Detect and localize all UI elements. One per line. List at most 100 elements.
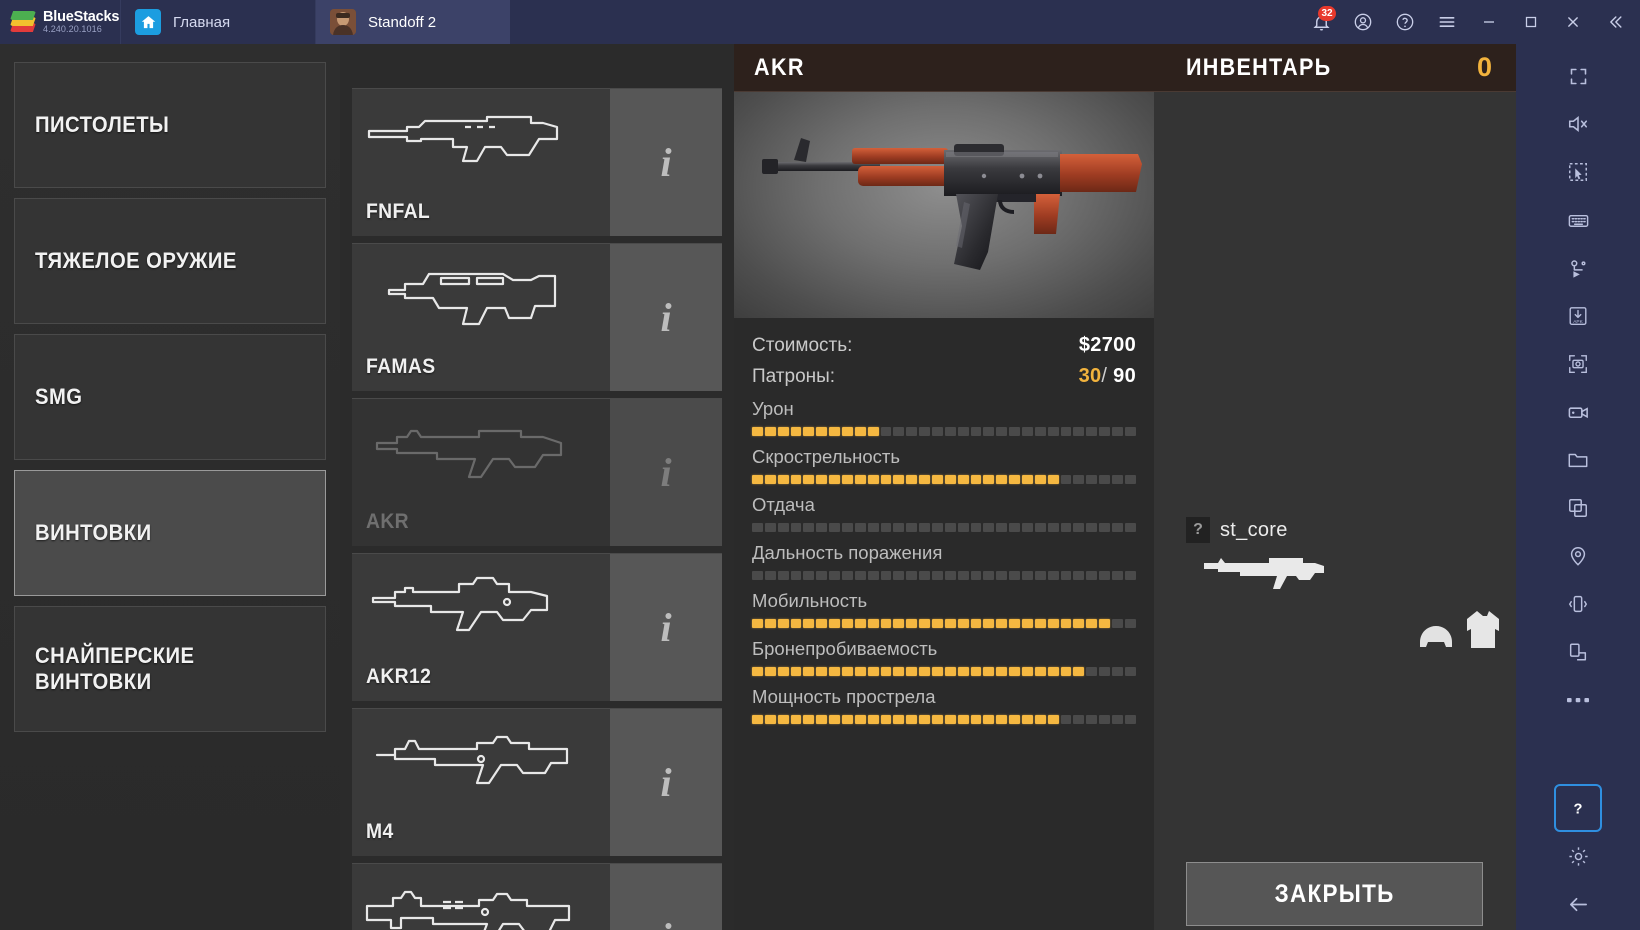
stat-segment <box>944 475 956 484</box>
stat-segment <box>867 667 879 676</box>
weapon-name: M4 <box>366 820 394 843</box>
weapon-category-list: ПИСТОЛЕТЫ ТЯЖЕЛОЕ ОРУЖИЕ SMG ВИНТОВКИ СН… <box>0 44 340 930</box>
stat-label: Урон <box>752 398 794 419</box>
multi-select-cursor-icon[interactable] <box>1556 150 1600 194</box>
tab-standoff2[interactable]: Standoff 2 <box>315 0 510 44</box>
stat-segment <box>1009 523 1021 532</box>
weapon-info-button[interactable]: i <box>610 554 722 701</box>
category-rifles[interactable]: ВИНТОВКИ <box>14 470 326 596</box>
settings-gear-icon[interactable] <box>1556 834 1600 878</box>
stat-segment <box>906 619 918 628</box>
maximize-icon[interactable] <box>1512 0 1550 44</box>
weapon-row-m4[interactable]: M4 i <box>352 708 722 856</box>
category-smg[interactable]: SMG <box>14 334 326 460</box>
weapon-row-fnfal[interactable]: FNFAL i <box>352 88 722 236</box>
close-icon[interactable] <box>1554 0 1592 44</box>
stat-bar <box>752 667 1136 676</box>
more-options-icon[interactable] <box>1556 678 1600 722</box>
stat-segment <box>996 571 1008 580</box>
bluestacks-logo-icon <box>10 9 36 35</box>
shake-device-icon[interactable] <box>1556 582 1600 626</box>
stat-segment <box>854 619 866 628</box>
unknown-item-badge-icon: ? <box>1186 517 1210 543</box>
minimize-icon[interactable] <box>1470 0 1508 44</box>
stat-segment <box>1073 427 1085 436</box>
rotate-screen-icon[interactable] <box>1556 630 1600 674</box>
location-pin-icon[interactable] <box>1556 534 1600 578</box>
tab-home-label: Главная <box>173 13 231 31</box>
inventory-count: 0 <box>1476 52 1492 82</box>
tab-home[interactable]: Главная <box>120 0 315 44</box>
back-arrow-icon[interactable] <box>1556 882 1600 926</box>
weapon-row-body[interactable]: AKR <box>352 399 610 546</box>
stat-segment <box>1124 427 1136 436</box>
stat-segment <box>957 619 969 628</box>
category-sniper-rifles[interactable]: СНАЙПЕРСКИЕ ВИНТОВКИ <box>14 606 326 732</box>
price-row: Стоимость: $2700 <box>752 334 1136 357</box>
weapon-row-m16[interactable]: M16 i <box>352 863 722 930</box>
weapon-row-body[interactable]: M4 <box>352 709 610 856</box>
help-icon[interactable] <box>1386 0 1424 44</box>
stat-segment <box>944 619 956 628</box>
weapon-row-body[interactable]: M16 <box>352 864 610 930</box>
stat-mobility: Мобильность <box>752 590 1136 628</box>
stat-segment <box>983 475 995 484</box>
stat-segment <box>880 523 892 532</box>
stat-segment <box>854 427 866 436</box>
inventory-panel: ИНВЕНТАРЬ 0 ? st_core ЗАКРЫТЬ <box>1154 44 1516 930</box>
media-folder-icon[interactable] <box>1556 438 1600 482</box>
category-heavy[interactable]: ТЯЖЕЛОЕ ОРУЖИЕ <box>14 198 326 324</box>
multi-instance-icon[interactable] <box>1556 486 1600 530</box>
stat-segment <box>816 715 828 724</box>
stat-segment <box>1086 619 1098 628</box>
stat-segment <box>867 427 879 436</box>
macro-script-icon[interactable] <box>1556 246 1600 290</box>
stat-segment <box>829 571 841 580</box>
close-button[interactable]: ЗАКРЫТЬ <box>1186 862 1483 926</box>
weapon-row-akr[interactable]: AKR i <box>352 398 722 546</box>
help-question-icon[interactable]: ? <box>1554 784 1602 832</box>
stat-segment <box>919 427 931 436</box>
record-video-icon[interactable] <box>1556 390 1600 434</box>
ammo-value: 30/ 90 <box>1079 365 1136 388</box>
stat-segment <box>842 619 853 628</box>
mute-icon[interactable] <box>1556 102 1600 146</box>
stat-segment <box>803 427 815 436</box>
weapon-row-body[interactable]: FAMAS <box>352 244 610 391</box>
collapse-sidebar-icon[interactable] <box>1596 0 1634 44</box>
stat-segment <box>1099 619 1111 628</box>
stat-segment <box>854 523 866 532</box>
notifications-bell-icon[interactable]: 32 <box>1302 0 1340 44</box>
inventory-item-st-core[interactable]: ? st_core <box>1186 517 1486 598</box>
stat-segment <box>816 475 828 484</box>
stat-segment <box>957 715 969 724</box>
weapon-row-famas[interactable]: FAMAS i <box>352 243 722 391</box>
stat-segment <box>906 571 918 580</box>
screenshot-icon[interactable] <box>1556 342 1600 386</box>
weapon-row-akr12[interactable]: AKR12 i <box>352 553 722 701</box>
stat-segment <box>957 427 969 436</box>
akr-silhouette-icon <box>352 407 610 493</box>
account-icon[interactable] <box>1344 0 1382 44</box>
category-pistols[interactable]: ПИСТОЛЕТЫ <box>14 62 326 188</box>
stat-segment <box>970 475 982 484</box>
weapon-info-button[interactable]: i <box>610 709 722 856</box>
stat-segment <box>970 523 982 532</box>
stat-segment <box>932 427 943 436</box>
fullscreen-icon[interactable] <box>1556 54 1600 98</box>
weapon-info-button[interactable]: i <box>610 864 722 930</box>
stat-segment <box>854 715 866 724</box>
install-apk-icon[interactable]: APK <box>1556 294 1600 338</box>
menu-icon[interactable] <box>1428 0 1466 44</box>
weapon-info-button[interactable]: i <box>610 89 722 236</box>
stat-segment <box>1099 571 1111 580</box>
weapon-row-body[interactable]: AKR12 <box>352 554 610 701</box>
stat-segment <box>842 523 853 532</box>
weapon-row-body[interactable]: FNFAL <box>352 89 610 236</box>
keyboard-controls-icon[interactable] <box>1556 198 1600 242</box>
weapon-info-button[interactable]: i <box>610 244 722 391</box>
body-armor-icon <box>1467 611 1499 648</box>
stat-segment <box>764 475 776 484</box>
stat-segment <box>777 667 789 676</box>
weapon-info-button[interactable]: i <box>610 399 722 546</box>
